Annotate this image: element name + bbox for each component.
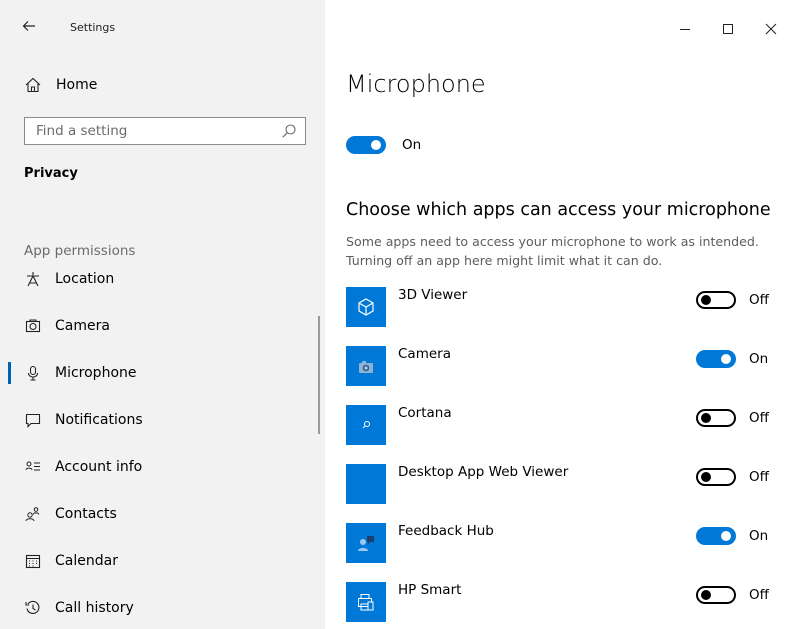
app-toggle-desktop-app-web-viewer[interactable]: Off [696,468,769,486]
call-history-icon [24,599,42,617]
section-title: Privacy [24,166,78,181]
sidebar-item-label: Notifications [55,412,143,428]
sidebar-item-label: Location [55,271,115,287]
maximize-icon [723,24,733,34]
hp-smart-icon [346,582,386,622]
app-name: Camera [398,346,451,362]
toggle-knob [371,140,381,150]
section-heading: Choose which apps can access your microp… [346,200,771,220]
window-title: Settings [70,21,116,34]
search-input[interactable]: Find a setting [24,117,306,145]
cortana-icon [346,405,386,445]
sidebar-item-calendar[interactable]: Calendar [0,541,325,581]
close-icon [765,23,777,35]
location-icon [24,270,42,288]
app-toggle-3d-viewer[interactable]: Off [696,291,769,309]
camera-app-icon [346,346,386,386]
app-name: HP Smart [398,582,462,598]
sidebar-item-label: Account info [55,459,143,475]
settings-window: Settings Home Find a setting Privacy App… [0,0,785,629]
toggle-knob [701,472,711,482]
app-toggle-camera[interactable]: On [696,350,768,368]
minimize-icon [680,29,690,30]
toggle-knob [721,354,731,364]
app-toggle-cortana[interactable]: Off [696,409,769,427]
back-button[interactable] [22,18,42,38]
app-toggle-feedback-hub[interactable]: On [696,527,768,545]
contacts-icon [24,505,42,523]
calendar-icon [24,552,42,570]
sidebar-item-microphone[interactable]: Microphone [0,353,325,393]
back-arrow-icon [22,21,35,31]
app-name: 3D Viewer [398,287,468,303]
sidebar: Settings Home Find a setting Privacy App… [0,0,325,629]
toggle-knob [701,413,711,423]
sidebar-scrollbar[interactable] [318,316,320,434]
active-indicator [8,362,11,384]
toggle-switch[interactable] [696,350,736,368]
app-row-camera: Camera On [346,346,776,386]
toggle-state: On [749,351,769,367]
toggle-switch[interactable] [696,291,736,309]
section-description: Some apps need to access your microphone… [346,234,759,268]
sidebar-item-home[interactable]: Home [24,74,97,96]
toggle-state: Off [749,410,769,426]
toggle-state: On [402,137,422,153]
desktop-app-web-viewer-icon [346,464,386,504]
sidebar-item-label: Camera [55,318,110,334]
microphone-icon [24,364,42,382]
minimize-button[interactable] [670,14,700,44]
app-row-3d-viewer: 3D Viewer Off [346,287,776,327]
home-icon [24,76,42,94]
toggle-switch[interactable] [696,468,736,486]
home-label: Home [56,77,98,93]
toggle-switch[interactable] [696,527,736,545]
group-label: App permissions [24,243,136,259]
page-title: Microphone [346,70,486,98]
sidebar-item-notifications[interactable]: Notifications [0,400,325,440]
sidebar-item-location[interactable]: Location [0,259,325,299]
app-toggle-hp-smart[interactable]: Off [696,586,769,604]
sidebar-item-camera[interactable]: Camera [0,306,325,346]
sidebar-item-call-history[interactable]: Call history [0,588,325,628]
app-row-desktop-app-web-viewer: Desktop App Web Viewer Off [346,464,776,504]
toggle-switch[interactable] [696,586,736,604]
app-row-feedback-hub: Feedback Hub On [346,523,776,563]
toggle-switch[interactable] [346,136,386,154]
search-placeholder: Find a setting [36,123,128,139]
sidebar-item-label: Microphone [55,365,137,381]
microphone-access-toggle[interactable]: On [346,136,421,154]
toggle-switch[interactable] [696,409,736,427]
toggle-state: Off [749,587,769,603]
camera-icon [24,317,42,335]
notifications-icon [24,411,42,429]
search-icon[interactable] [281,123,297,139]
feedback-hub-icon [346,523,386,563]
sidebar-item-label: Call history [55,600,134,616]
3d-viewer-icon [346,287,386,327]
sidebar-item-label: Calendar [55,553,118,569]
close-button[interactable] [756,14,785,44]
account-info-icon [24,458,42,476]
toggle-knob [701,590,711,600]
toggle-state: On [749,528,769,544]
toggle-state: Off [749,469,769,485]
sidebar-item-label: Contacts [55,506,117,522]
toggle-state: Off [749,292,769,308]
app-row-hp-smart: HP Smart Off [346,582,776,622]
app-row-cortana: Cortana Off [346,405,776,445]
toggle-knob [721,531,731,541]
app-name: Feedback Hub [398,523,494,539]
maximize-button[interactable] [713,14,743,44]
sidebar-item-account-info[interactable]: Account info [0,447,325,487]
app-name: Cortana [398,405,452,421]
sidebar-item-contacts[interactable]: Contacts [0,494,325,534]
app-name: Desktop App Web Viewer [398,464,569,480]
toggle-knob [701,295,711,305]
